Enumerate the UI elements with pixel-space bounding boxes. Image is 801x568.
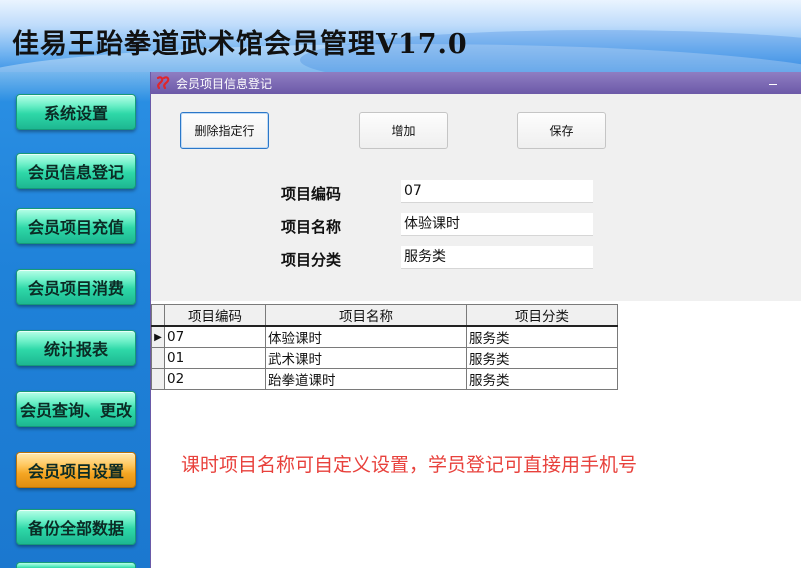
project-table: 项目编码 项目名称 项目分类 ▶ 07 体验课时 服务类 01 武术课时 服务类… — [151, 304, 618, 390]
window-titlebar: 会员项目信息登记 — [151, 72, 801, 94]
table-row[interactable]: 01 武术课时 服务类 — [151, 347, 618, 369]
column-header-category[interactable]: 项目分类 — [466, 304, 618, 327]
cell-name[interactable]: 体验课时 — [265, 325, 467, 348]
cell-category[interactable]: 服务类 — [466, 347, 618, 369]
window-title: 会员项目信息登记 — [176, 76, 273, 91]
category-label: 项目分类 — [281, 251, 342, 269]
sidebar-item-member-recharge[interactable]: 会员项目充值 — [16, 208, 136, 244]
sidebar-item-member-consumption[interactable]: 会员项目消费 — [16, 269, 136, 305]
app-logo-icon — [154, 74, 172, 92]
name-label: 项目名称 — [281, 218, 342, 236]
cell-name[interactable]: 跆拳道课时 — [265, 368, 467, 390]
cell-code[interactable]: 07 — [164, 325, 266, 348]
sidebar-item-member-query-edit[interactable]: 会员查询、更改 — [16, 391, 136, 427]
current-row-indicator-icon: ▶ — [151, 325, 165, 348]
cell-code[interactable]: 01 — [164, 347, 266, 369]
cell-category[interactable]: 服务类 — [466, 368, 618, 390]
column-header-name[interactable]: 项目名称 — [265, 304, 467, 327]
row-indicator — [151, 347, 165, 369]
name-field[interactable]: 体验课时 — [401, 213, 593, 236]
sidebar: 系统设置 会员信息登记 会员项目充值 会员项目消费 统计报表 会员查询、更改 会… — [0, 72, 150, 568]
sidebar-item-backup-data[interactable]: 备份全部数据 — [16, 509, 136, 545]
row-indicator-header — [151, 304, 165, 327]
add-button[interactable]: 增加 — [359, 112, 448, 149]
form-panel: 删除指定行 增加 保存 项目编码 07 项目名称 体验课时 项目分类 服务类 — [151, 94, 801, 301]
delete-row-button[interactable]: 删除指定行 — [180, 112, 269, 149]
table-row[interactable]: ▶ 07 体验课时 服务类 — [151, 325, 618, 348]
sidebar-item-partial[interactable] — [16, 562, 136, 568]
sidebar-item-project-settings[interactable]: 会员项目设置 — [16, 452, 136, 488]
row-indicator — [151, 368, 165, 390]
app-banner: 佳易王跆拳道武术馆会员管理V17.0 — [0, 0, 801, 72]
project-registration-window: 会员项目信息登记 删除指定行 增加 保存 项目编码 07 项目名称 体验课时 项… — [150, 72, 801, 568]
cell-category[interactable]: 服务类 — [466, 325, 618, 348]
sidebar-item-statistics-report[interactable]: 统计报表 — [16, 330, 136, 366]
cell-code[interactable]: 02 — [164, 368, 266, 390]
notice-text: 课时项目名称可自定义设置，学员登记可直接用手机号 — [181, 454, 638, 476]
minimize-icon — [769, 84, 777, 85]
table-row[interactable]: 02 跆拳道课时 服务类 — [151, 368, 618, 390]
table-header-row: 项目编码 项目名称 项目分类 — [151, 304, 618, 327]
code-field[interactable]: 07 — [401, 180, 593, 203]
sidebar-item-member-registration[interactable]: 会员信息登记 — [16, 153, 136, 189]
app-title: 佳易王跆拳道武术馆会员管理V17.0 — [12, 29, 468, 60]
sidebar-item-system-settings[interactable]: 系统设置 — [16, 94, 136, 130]
cell-name[interactable]: 武术课时 — [265, 347, 467, 369]
column-header-code[interactable]: 项目编码 — [164, 304, 266, 327]
minimize-button[interactable] — [766, 75, 780, 89]
code-label: 项目编码 — [281, 185, 342, 203]
save-button[interactable]: 保存 — [517, 112, 606, 149]
category-field[interactable]: 服务类 — [401, 246, 593, 269]
